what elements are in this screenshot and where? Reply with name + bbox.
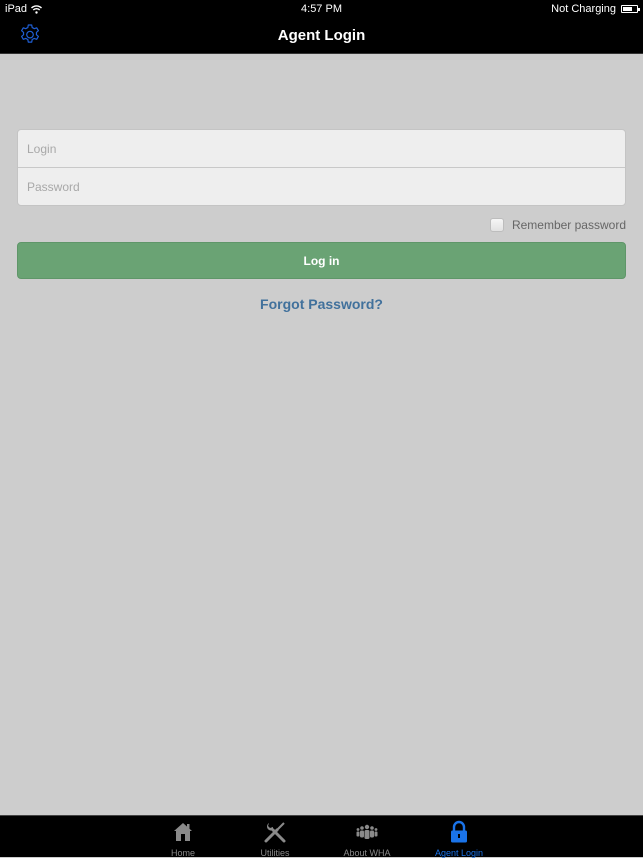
status-bar: iPad 4:57 PM Not Charging xyxy=(0,0,643,18)
tab-agent-login[interactable]: Agent Login xyxy=(419,820,499,858)
tab-bar: Home Utilities About WHA Agent Login xyxy=(0,815,643,858)
remember-password-label[interactable]: Remember password xyxy=(512,218,626,232)
status-right: Not Charging xyxy=(551,3,640,15)
status-time: 4:57 PM xyxy=(301,3,342,15)
home-icon xyxy=(174,823,192,841)
tab-home[interactable]: Home xyxy=(143,820,223,858)
tab-about-wha[interactable]: About WHA xyxy=(327,820,407,858)
tools-icon xyxy=(264,822,286,843)
lock-icon xyxy=(451,820,467,843)
forgot-password-link[interactable]: Forgot Password? xyxy=(17,296,626,312)
battery-status: Not Charging xyxy=(551,3,616,15)
login-form: Remember password Log in Forgot Password… xyxy=(17,129,626,312)
people-icon xyxy=(356,824,378,839)
tab-utilities[interactable]: Utilities xyxy=(235,820,315,858)
password-input[interactable] xyxy=(18,168,625,205)
remember-password-checkbox[interactable] xyxy=(489,218,504,232)
login-button[interactable]: Log in xyxy=(17,242,626,279)
page-title: Agent Login xyxy=(277,27,366,44)
credentials-group xyxy=(17,129,626,206)
login-input[interactable] xyxy=(18,130,625,167)
battery-icon xyxy=(621,5,640,13)
remember-password-row: Remember password xyxy=(17,217,626,233)
nav-bar: Agent Login xyxy=(0,18,643,54)
